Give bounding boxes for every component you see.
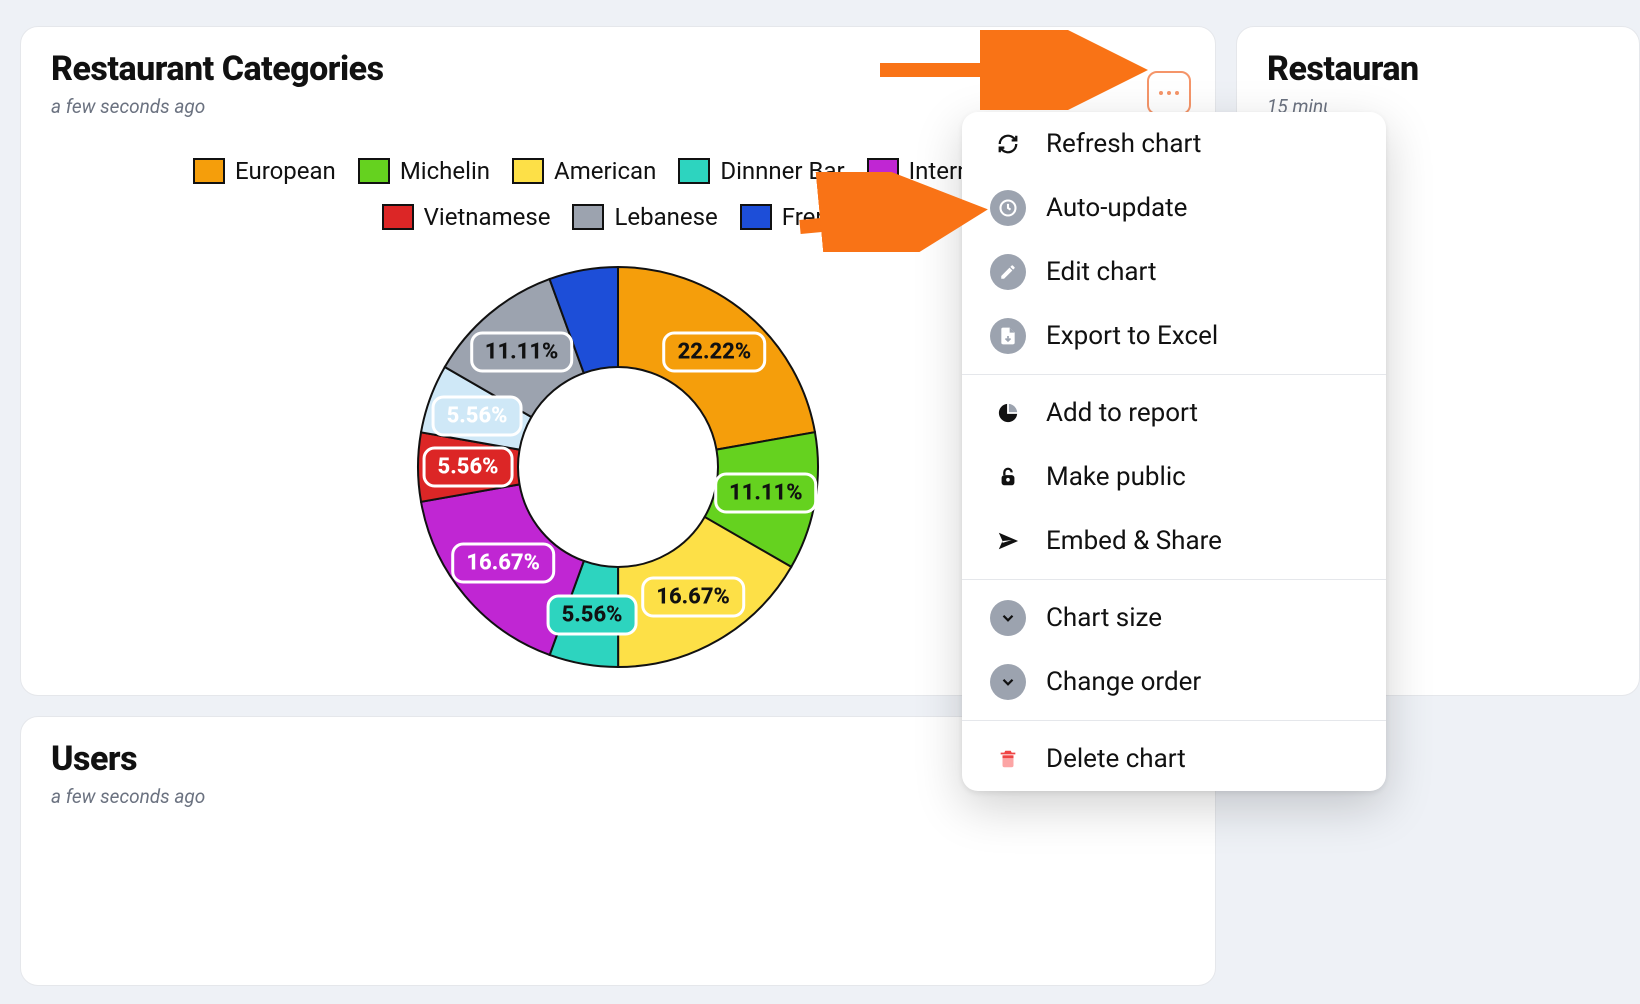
card-title: Restaurant Categories (51, 49, 1185, 89)
card-title: Restauran (1267, 49, 1609, 89)
menu-item-embed-share[interactable]: Embed & Share (962, 509, 1386, 573)
menu-item-label: Delete chart (1046, 744, 1186, 774)
menu-item-label: Embed & Share (1046, 526, 1222, 556)
slice-label: 11.11% (714, 472, 818, 513)
menu-item-label: Chart size (1046, 603, 1162, 633)
legend-swatch (867, 158, 899, 184)
menu-item-label: Export to Excel (1046, 321, 1218, 351)
refresh-icon (990, 126, 1026, 162)
menu-item-export-to-excel[interactable]: Export to Excel (962, 304, 1386, 368)
slice-label: 5.56% (547, 594, 638, 635)
legend-label: Lebanese (614, 203, 717, 231)
legend-swatch (512, 158, 544, 184)
menu-item-add-to-report[interactable]: Add to report (962, 381, 1386, 445)
menu-item-refresh-chart[interactable]: Refresh chart (962, 112, 1386, 176)
chart-more-button[interactable] (1147, 71, 1191, 115)
donut-chart: 22.22%11.11%16.67%5.56%16.67%5.56%5.56%1… (408, 257, 828, 677)
menu-item-make-public[interactable]: Make public (962, 445, 1386, 509)
legend-swatch (572, 204, 604, 230)
legend-swatch (678, 158, 710, 184)
menu-item-label: Change order (1046, 667, 1201, 697)
menu-item-chart-size[interactable]: Chart size (962, 586, 1386, 650)
legend-swatch (382, 204, 414, 230)
excel-icon (990, 318, 1026, 354)
edit-icon (990, 254, 1026, 290)
legend-label: Vietnamese (424, 203, 551, 231)
legend-item[interactable]: French (740, 203, 855, 231)
right-card-annotation-2: ers … (1636, 479, 1640, 516)
legend-swatch (358, 158, 390, 184)
slice-label: 5.56% (423, 447, 514, 488)
menu-item-label: Refresh chart (1046, 129, 1201, 159)
menu-item-change-order[interactable]: Change order (962, 650, 1386, 714)
chart-actions-menu: Refresh chart Auto-update Edit chart Export… (962, 112, 1386, 791)
menu-item-label: Add to report (1046, 398, 1198, 428)
chevron-down-icon (990, 600, 1026, 636)
slice-label: 16.67% (641, 576, 745, 617)
legend-item[interactable]: Lebanese (572, 203, 717, 231)
legend-label: Dinnner Bar (720, 157, 844, 185)
menu-item-edit-chart[interactable]: Edit chart (962, 240, 1386, 304)
legend-item[interactable]: Michelin (358, 157, 490, 185)
pie-icon (990, 395, 1026, 431)
menu-item-label: Auto-update (1046, 193, 1187, 223)
legend-label: French (782, 203, 855, 231)
legend-label: American (554, 157, 656, 185)
menu-item-auto-update[interactable]: Auto-update (962, 176, 1386, 240)
trash-icon (990, 741, 1026, 777)
legend-label: Michelin (400, 157, 490, 185)
slice-label: 11.11% (470, 332, 574, 373)
menu-item-label: Edit chart (1046, 257, 1157, 287)
slice-label: 22.22% (663, 332, 767, 373)
slice-label: 16.67% (451, 543, 555, 584)
legend-item[interactable]: Vietnamese (382, 203, 551, 231)
lock-icon (990, 459, 1026, 495)
menu-item-label: Make public (1046, 462, 1186, 492)
legend-item[interactable]: American (512, 157, 656, 185)
legend-swatch (193, 158, 225, 184)
legend-label: European (235, 157, 336, 185)
slice-label: 5.56% (432, 395, 523, 436)
legend-item[interactable]: Dinnner Bar (678, 157, 844, 185)
legend-swatch (740, 204, 772, 230)
menu-item-delete-chart[interactable]: Delete chart (962, 727, 1386, 791)
clock-icon (990, 190, 1026, 226)
send-icon (990, 523, 1026, 559)
chevron-down-icon (990, 664, 1026, 700)
legend-item[interactable]: European (193, 157, 336, 185)
